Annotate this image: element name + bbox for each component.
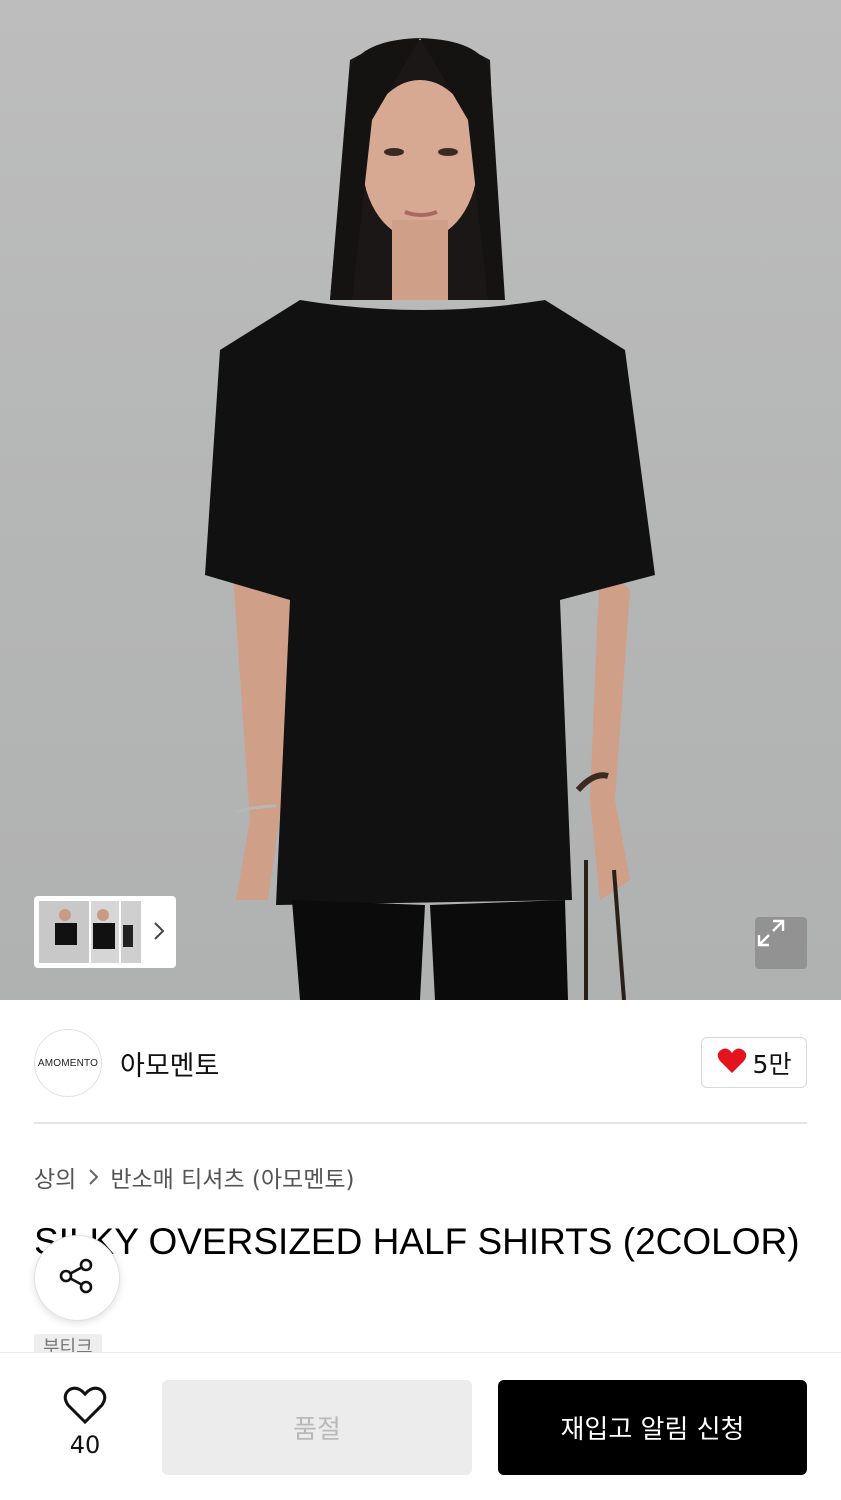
brand-like-count: 5만 bbox=[752, 1049, 792, 1079]
breadcrumb-subcategory[interactable]: 반소매 티셔츠 (아모멘토) bbox=[110, 1160, 354, 1194]
product-hero-image[interactable] bbox=[0, 0, 841, 1000]
chevron-right-icon bbox=[88, 1168, 100, 1186]
share-button[interactable] bbox=[34, 1235, 120, 1321]
brand-like-button[interactable]: 5만 bbox=[701, 1037, 807, 1088]
brand-logo-text: AMOMENTO bbox=[37, 1057, 99, 1069]
chevron-right-icon[interactable] bbox=[152, 920, 166, 942]
brand-logo[interactable]: AMOMENTO bbox=[34, 1029, 102, 1097]
breadcrumb-category[interactable]: 상의 bbox=[34, 1160, 76, 1194]
heart-filled-icon bbox=[717, 1047, 747, 1079]
divider bbox=[34, 1122, 807, 1124]
model-photo bbox=[205, 38, 655, 1000]
breadcrumb: 상의 반소매 티셔츠 (아모멘토) bbox=[34, 1160, 355, 1194]
heart-outline-icon bbox=[63, 1386, 107, 1429]
brand-name[interactable]: 아모멘토 bbox=[120, 1044, 219, 1083]
product-title: SILKY OVERSIZED HALF SHIRTS (2COLOR) bbox=[34, 1221, 800, 1262]
thumbnail-2[interactable] bbox=[91, 901, 119, 963]
bottom-action-bar: 40 품절 재입고 알림 신청 bbox=[0, 1352, 841, 1500]
brand-row: AMOMENTO 아모멘토 5만 bbox=[34, 1029, 807, 1097]
share-icon bbox=[57, 1256, 97, 1300]
wishlist-count: 40 bbox=[69, 1431, 101, 1459]
thumbnail-1[interactable] bbox=[39, 901, 89, 963]
thumbnail-strip[interactable] bbox=[34, 896, 176, 968]
wishlist-button[interactable]: 40 bbox=[50, 1385, 120, 1459]
thumbnail-3[interactable] bbox=[121, 901, 141, 963]
soldout-button: 품절 bbox=[162, 1380, 472, 1475]
restock-alert-button[interactable]: 재입고 알림 신청 bbox=[498, 1380, 807, 1475]
expand-button[interactable] bbox=[755, 917, 807, 969]
